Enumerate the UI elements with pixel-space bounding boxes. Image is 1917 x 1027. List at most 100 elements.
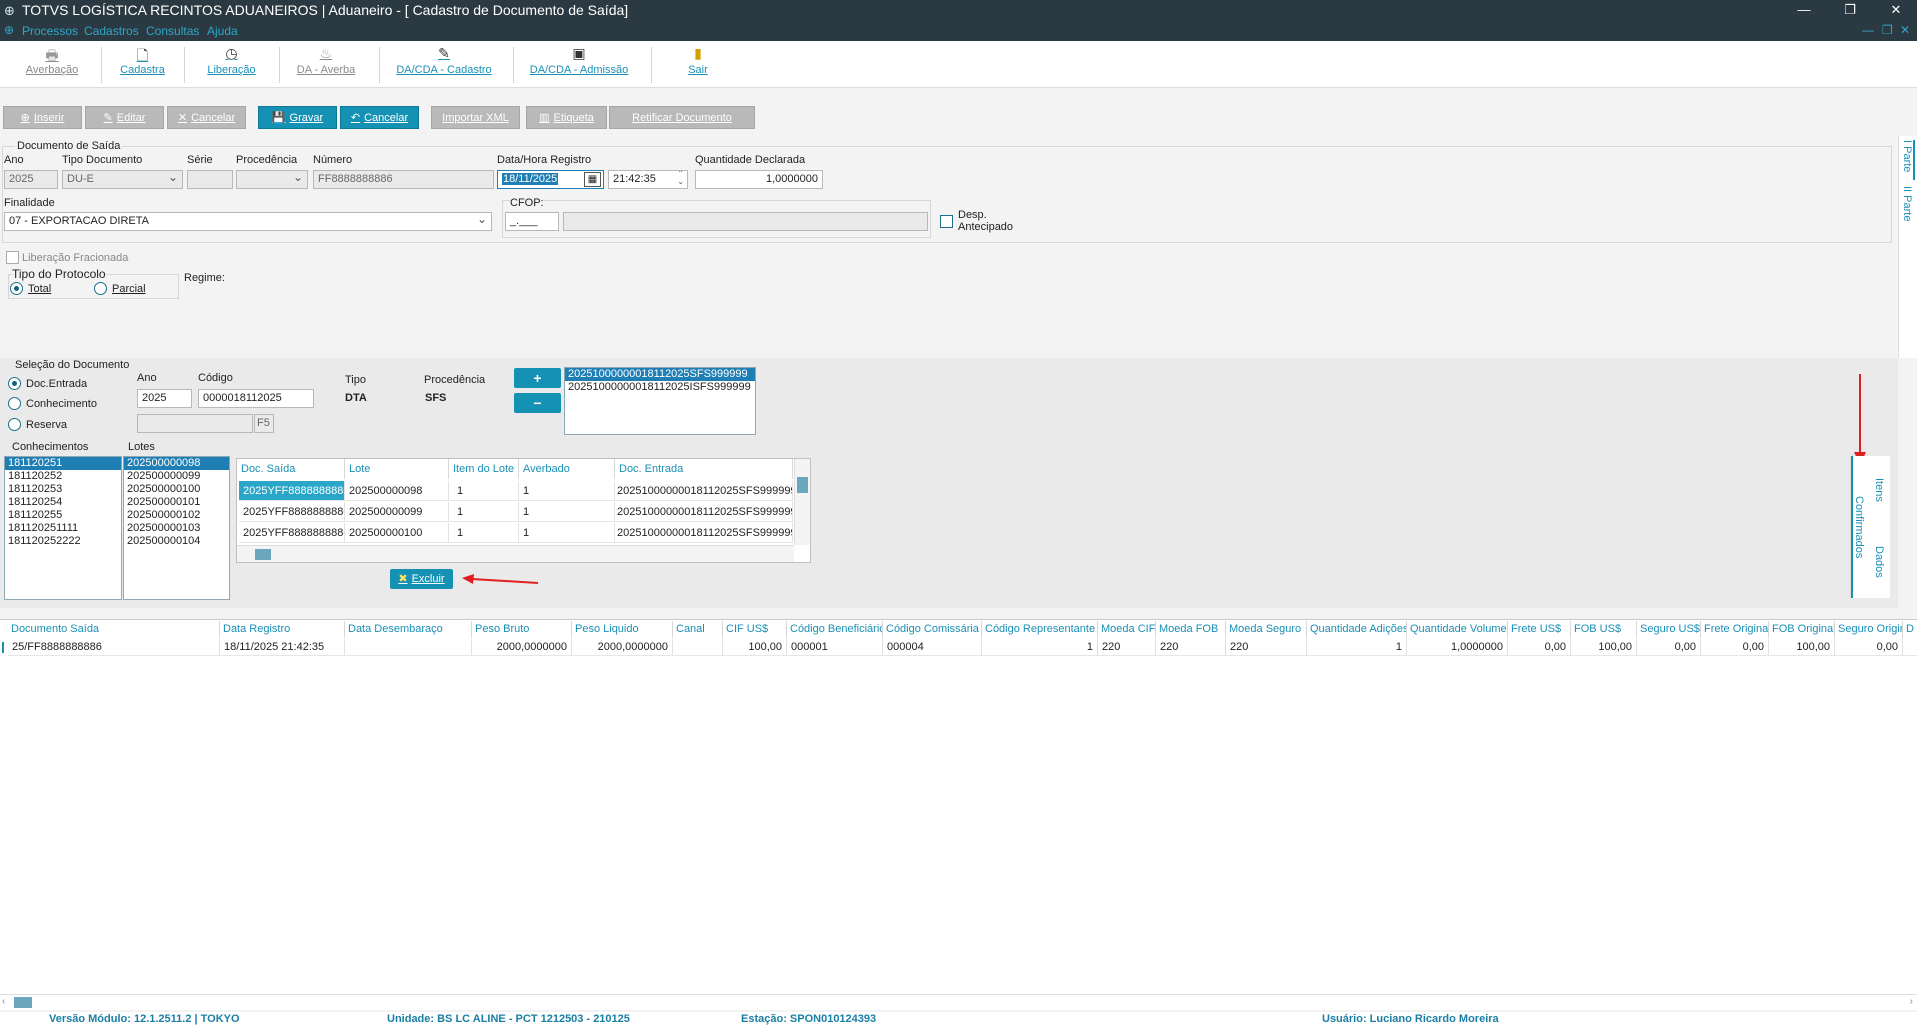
- list-item[interactable]: 181120252: [5, 470, 121, 483]
- column-header[interactable]: Lote: [345, 459, 449, 479]
- grid-cell[interactable]: [1903, 639, 1917, 656]
- close-icon[interactable]: ✕: [1876, 0, 1916, 21]
- grid-cell[interactable]: 1: [449, 502, 519, 522]
- column-header[interactable]: Averbado: [519, 459, 615, 479]
- remove-doc-button[interactable]: −: [514, 393, 561, 413]
- column-header[interactable]: Data Registro: [220, 621, 345, 638]
- conhecimento-radio[interactable]: [8, 397, 21, 410]
- grid-cell[interactable]: 1: [982, 639, 1098, 656]
- column-header[interactable]: Data Desembaraço: [345, 621, 472, 638]
- column-header[interactable]: Documento Saída: [8, 621, 220, 638]
- menu-ajuda[interactable]: Ajuda: [207, 24, 238, 38]
- list-item[interactable]: 181120251: [5, 457, 121, 470]
- grid-cell[interactable]: 202500000099: [345, 502, 449, 522]
- list-item[interactable]: 181120253: [5, 483, 121, 496]
- mdi-restore-icon[interactable]: ❐: [1882, 23, 1893, 37]
- column-header[interactable]: Código Representante: [982, 621, 1098, 638]
- lotes-list[interactable]: 202500000098 202500000099 202500000100 2…: [123, 456, 230, 600]
- grid-cell[interactable]: 0,00: [1835, 639, 1903, 656]
- list-item[interactable]: 181120251111: [5, 522, 121, 535]
- list-item[interactable]: 202500000103: [124, 522, 229, 535]
- sel-codigo-field[interactable]: 0000018112025: [198, 389, 314, 408]
- grid-cell[interactable]: 0,00: [1508, 639, 1571, 656]
- inserir-button[interactable]: ⊕ Inserir: [3, 106, 82, 129]
- list-item[interactable]: 202500000098: [124, 457, 229, 470]
- tipo-documento-select[interactable]: DU-E: [62, 170, 183, 189]
- cancelar-button[interactable]: ✕ Cancelar: [167, 106, 246, 129]
- menu-processos[interactable]: Processos: [22, 24, 78, 38]
- grid-cell[interactable]: 1: [449, 523, 519, 543]
- horizontal-scrollbar[interactable]: [237, 545, 794, 562]
- grid-cell[interactable]: 18/11/2025 21:42:35: [220, 639, 345, 656]
- calendar-icon[interactable]: ▦: [584, 172, 601, 187]
- confirmados-grid[interactable]: Doc. Saída Lote Item do Lote Averbado Do…: [236, 458, 811, 563]
- grid-cell[interactable]: 20251000000018112025SFS999999: [615, 481, 793, 501]
- column-header[interactable]: Moeda CIF: [1098, 621, 1156, 638]
- main-horizontal-scrollbar[interactable]: ‹ ›: [0, 994, 1917, 1010]
- list-item[interactable]: 202500000101: [124, 496, 229, 509]
- tab-i-parte[interactable]: I Parte: [1901, 140, 1915, 180]
- grid-cell[interactable]: [345, 639, 472, 656]
- spin-icon[interactable]: ⌃ ⌄: [677, 171, 684, 186]
- quantidade-field[interactable]: 1,0000000: [695, 170, 823, 189]
- list-item[interactable]: 202500000099: [124, 470, 229, 483]
- toolbar-liberacao-button[interactable]: ◷ Liberação: [204, 45, 259, 76]
- mdi-close-icon[interactable]: ✕: [1900, 23, 1910, 37]
- grid-cell[interactable]: [673, 639, 723, 656]
- mdi-minimize-icon[interactable]: —: [1862, 23, 1874, 37]
- add-doc-button[interactable]: +: [514, 368, 561, 388]
- column-header[interactable]: Peso Liquido: [572, 621, 673, 638]
- parcial-radio[interactable]: [94, 282, 107, 295]
- column-header[interactable]: Seguro US$: [1637, 621, 1701, 638]
- scroll-left-icon[interactable]: ‹: [2, 996, 5, 1007]
- liberacao-fracionada-checkbox[interactable]: [6, 251, 19, 264]
- list-item[interactable]: 181120255: [5, 509, 121, 522]
- column-header[interactable]: Frete Original: [1701, 621, 1769, 638]
- menu-cadastros[interactable]: Cadastros: [84, 24, 139, 38]
- column-header[interactable]: Quantidade Volumes: [1407, 621, 1508, 638]
- gravar-button[interactable]: 💾 Gravar: [258, 106, 337, 129]
- editar-button[interactable]: ✎ Editar: [85, 106, 164, 129]
- importar-xml-button[interactable]: Importar XML: [431, 106, 520, 129]
- grid-cell[interactable]: 2000,0000000: [572, 639, 673, 656]
- menu-consultas[interactable]: Consultas: [146, 24, 199, 38]
- procedencia-select[interactable]: [236, 170, 308, 189]
- grid-cell[interactable]: 2025YFF8888888886: [239, 502, 345, 522]
- grid-cell[interactable]: 202500000100: [345, 523, 449, 543]
- grid-cell[interactable]: 220: [1156, 639, 1226, 656]
- column-header[interactable]: CIF US$: [723, 621, 787, 638]
- grid-cell[interactable]: 100,00: [723, 639, 787, 656]
- toolbar-averbacao-button[interactable]: 🖶 Averbação: [22, 45, 82, 76]
- grid-cell[interactable]: 100,00: [1769, 639, 1835, 656]
- reserva-radio[interactable]: [8, 418, 21, 431]
- column-header[interactable]: FOB Original: [1769, 621, 1835, 638]
- grid-cell[interactable]: 1: [519, 481, 615, 501]
- toolbar-da-cda-cadastro-button[interactable]: ✎ DA/CDA - Cadastro: [393, 45, 495, 76]
- grid-cell[interactable]: 1: [1307, 639, 1407, 656]
- minimize-icon[interactable]: —: [1784, 0, 1824, 21]
- list-item[interactable]: 202500000100: [124, 483, 229, 496]
- desp-antecipado-checkbox[interactable]: [940, 215, 953, 228]
- column-header[interactable]: Frete US$: [1508, 621, 1571, 638]
- grid-cell[interactable]: 100,00: [1571, 639, 1637, 656]
- scroll-right-icon[interactable]: ›: [1910, 996, 1913, 1007]
- grid-cell[interactable]: 2025YFF8888888886: [239, 481, 345, 501]
- list-item[interactable]: 20251000000018112025ISFS999999: [565, 381, 755, 394]
- grid-cell[interactable]: 1: [449, 481, 519, 501]
- column-header[interactable]: Doc. Entrada: [615, 459, 793, 479]
- grid-cell[interactable]: 220: [1226, 639, 1307, 656]
- grid-cell[interactable]: 220: [1098, 639, 1156, 656]
- documentos-grid[interactable]: Documento Saída Data Registro Data Desemba…: [0, 619, 1917, 995]
- toolbar-da-averba-button[interactable]: ♨ DA - Averba: [291, 45, 361, 76]
- grid-cell[interactable]: 25/FF8888888886: [8, 639, 220, 656]
- tab-dados[interactable]: Dados: [1873, 546, 1885, 578]
- grid-cell[interactable]: 1,0000000: [1407, 639, 1508, 656]
- list-item[interactable]: 202500000102: [124, 509, 229, 522]
- restore-icon[interactable]: ❐: [1830, 0, 1870, 21]
- reserva-field[interactable]: [137, 414, 253, 433]
- grid-cell[interactable]: 2025YFF8888888886: [239, 523, 345, 543]
- excluir-button[interactable]: ✖ Excluir: [390, 569, 453, 589]
- toolbar-da-cda-admissao-button[interactable]: ▣ DA/CDA - Admissão: [526, 45, 632, 76]
- f5-button[interactable]: F5: [254, 414, 274, 433]
- tab-ii-parte[interactable]: II Parte: [1901, 186, 1913, 221]
